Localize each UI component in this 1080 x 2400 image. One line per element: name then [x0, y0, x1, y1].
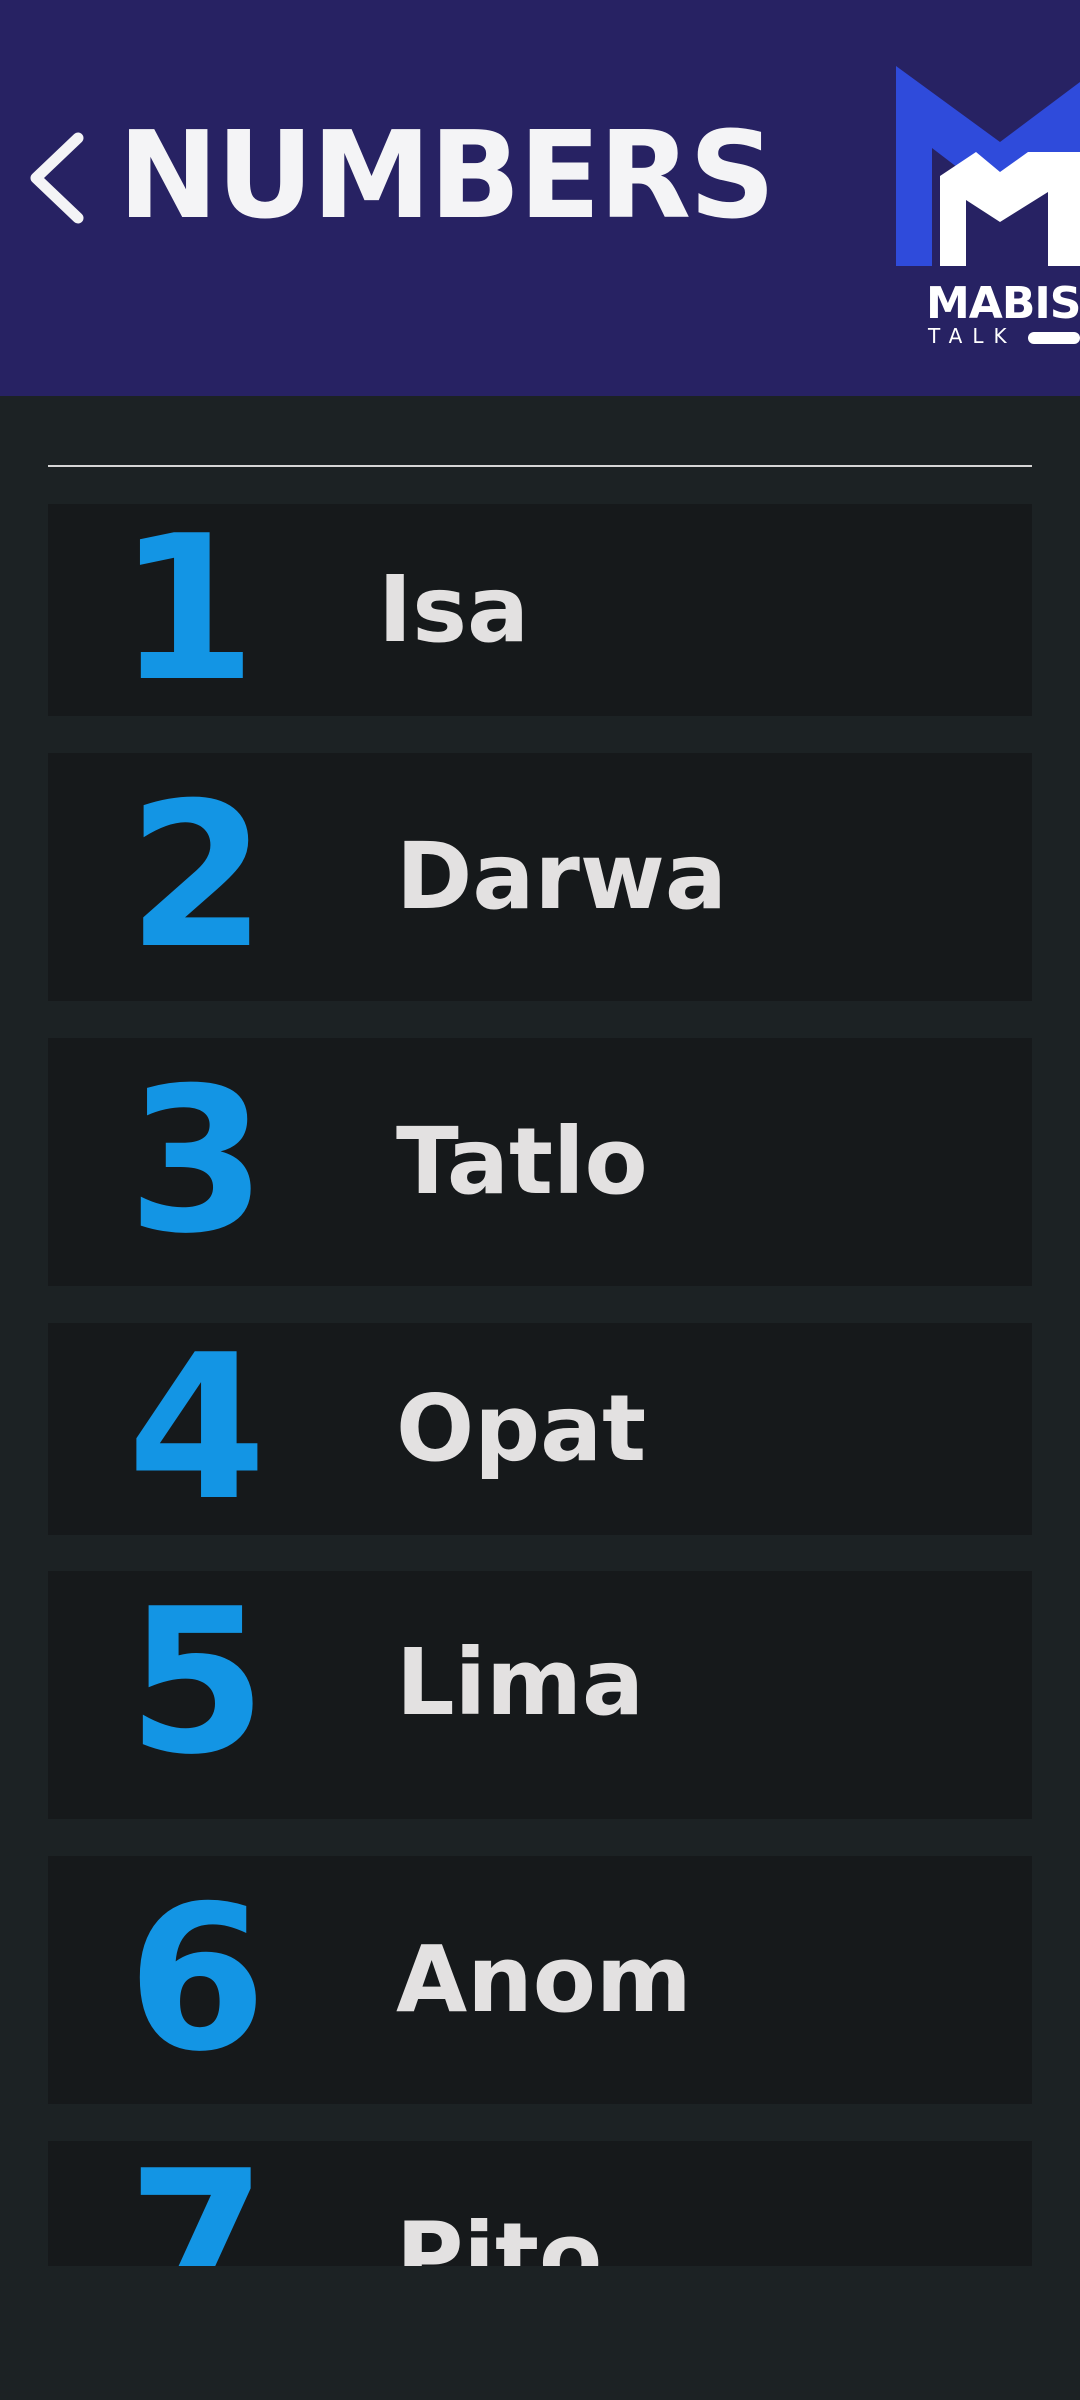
list-item[interactable]: 6 Anom	[48, 1856, 1032, 2104]
list-item[interactable]: 2 Darwa	[48, 753, 1032, 1001]
number-word: Anom	[396, 1926, 692, 2033]
number-word: Pito	[396, 2203, 603, 2267]
numbers-list: 1 Isa 2 Darwa 3 Tatlo 4 Opat 5 Lima 6 An…	[0, 0, 1080, 2266]
number-digit: 2	[127, 760, 267, 993]
number-word: Opat	[396, 1375, 647, 1482]
number-word: Darwa	[396, 823, 727, 930]
number-digit: 1	[117, 493, 257, 726]
list-item[interactable]: 4 Opat	[48, 1323, 1032, 1535]
number-digit: 7	[127, 2128, 267, 2267]
number-digit: 4	[127, 1312, 267, 1545]
list-item[interactable]: 7 Pito	[48, 2141, 1032, 2266]
list-item[interactable]: 3 Tatlo	[48, 1038, 1032, 1286]
number-word: Isa	[378, 556, 530, 663]
number-word: Lima	[396, 1629, 645, 1736]
number-digit: 5	[127, 1566, 267, 1799]
number-digit: 3	[127, 1045, 267, 1278]
number-digit: 6	[127, 1863, 267, 2096]
list-item[interactable]: 5 Lima	[48, 1571, 1032, 1819]
number-word: Tatlo	[396, 1108, 648, 1215]
list-item[interactable]: 1 Isa	[48, 504, 1032, 716]
